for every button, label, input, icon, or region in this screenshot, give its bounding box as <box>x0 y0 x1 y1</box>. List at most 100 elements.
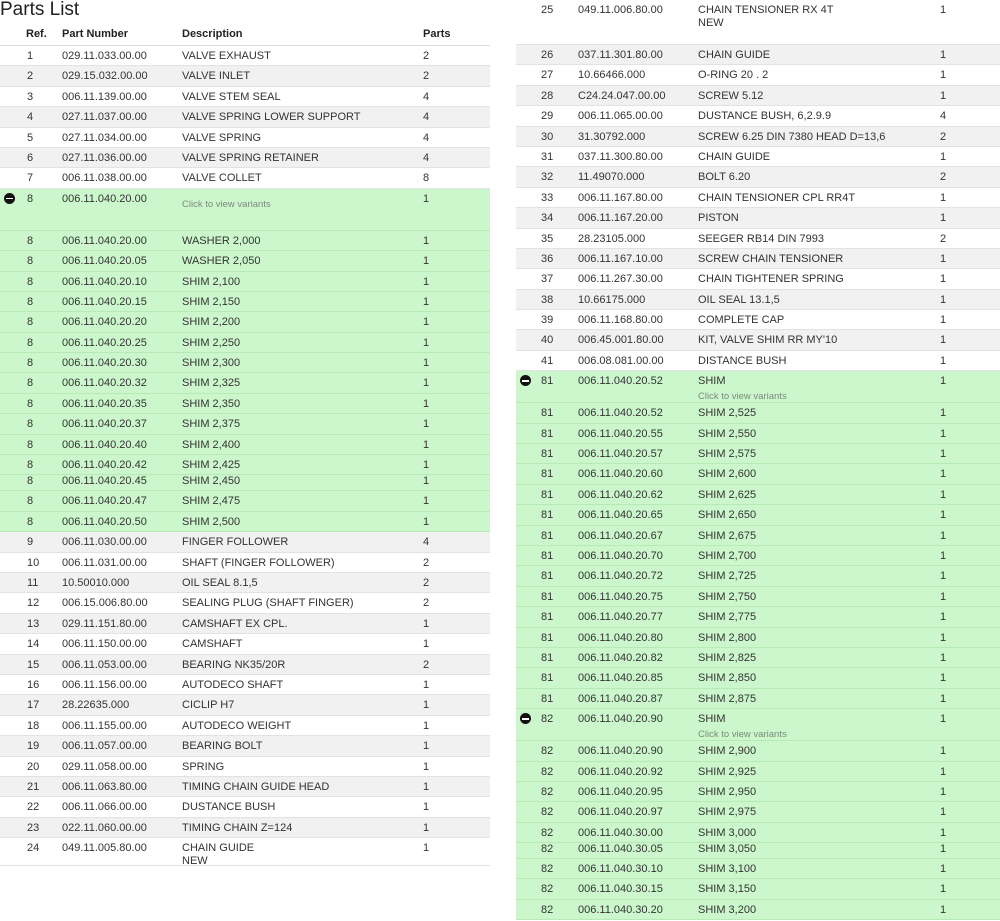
cell-parts: 1 <box>940 69 947 82</box>
table-row: 8 006.11.040.20.15 SHIM 2,150 1 <box>0 291 490 313</box>
cell-parts: 4 <box>423 90 430 103</box>
header-ref: Ref. <box>26 28 47 40</box>
cell-parts: 1 <box>940 407 947 420</box>
table-body-right: 25 049.11.006.80.00 CHAIN TENSIONER RX 4T N… <box>516 0 1000 921</box>
cell-ref: 82 <box>541 863 554 876</box>
cell-ref: 41 <box>541 354 554 367</box>
cell-parts: 2 <box>423 70 430 83</box>
view-variants-link[interactable]: Click to view variants <box>698 391 940 403</box>
cell-part-number: 006.11.040.20.20 <box>62 316 147 329</box>
description-text: SHIM 2,600 <box>698 468 757 481</box>
variant-group-row[interactable]: 81 006.11.040.20.52 SHIM Click to view vari… <box>516 371 1000 404</box>
table-row: 8 006.11.040.20.47 SHIM 2,475 1 <box>0 491 490 512</box>
cell-ref: 14 <box>27 638 40 651</box>
table-row: 8 006.11.040.20.35 SHIM 2,350 1 <box>0 393 490 415</box>
cell-description: SHIM 2,975 <box>698 806 940 819</box>
cell-parts: 1 <box>940 826 947 839</box>
cell-part-number: 006.11.066.00.00 <box>62 801 147 814</box>
description-text: SHIM 3,050 <box>698 843 757 856</box>
cell-ref: 17 <box>27 699 40 712</box>
cell-part-number: 006.08.081.00.00 <box>578 354 664 367</box>
collapse-minus-icon[interactable] <box>4 192 15 204</box>
collapse-minus-icon[interactable] <box>520 713 531 725</box>
cell-part-number: 006.11.040.20.42 <box>62 459 147 472</box>
table-row: 39 006.11.168.80.00 COMPLETE CAP 1 <box>516 310 1000 331</box>
cell-part-number: 006.11.040.20.60 <box>578 468 663 481</box>
table-row: 81 006.11.040.20.77 SHIM 2,775 1 <box>516 607 1000 628</box>
cell-part-number: 10.50010.000 <box>62 576 130 589</box>
cell-ref: 81 <box>541 375 554 388</box>
cell-part-number: 006.11.167.10.00 <box>578 252 663 265</box>
cell-parts: 1 <box>423 475 430 488</box>
description-text: O-RING 20 . 2 <box>698 69 769 82</box>
cell-ref: 21 <box>27 780 40 793</box>
cell-parts: 1 <box>423 740 430 753</box>
description-text: SHIM 2,625 <box>698 488 757 501</box>
cell-description: VALVE STEM SEAL <box>182 91 423 104</box>
cell-description: TIMING CHAIN Z=124 <box>182 822 423 835</box>
description-text: SHIM 3,200 <box>698 903 757 916</box>
cell-description: SHIM 3,000 <box>698 827 940 840</box>
cell-description: BEARING BOLT <box>182 740 423 753</box>
view-variants-link[interactable]: Click to view variants <box>698 729 940 741</box>
cell-parts: 4 <box>423 151 430 164</box>
cell-description: SCREW 5.12 <box>698 90 940 103</box>
table-row: 8 006.11.040.20.42 SHIM 2,425 1 <box>0 455 490 476</box>
cell-ref: 8 <box>27 192 34 205</box>
table-row: 15 006.11.053.00.00 BEARING NK35/20R 2 <box>0 654 490 675</box>
description-text: WASHER 2,050 <box>182 255 261 268</box>
cell-part-number: 006.11.150.00.00 <box>62 638 147 651</box>
cell-part-number: 006.11.040.20.40 <box>62 438 147 451</box>
view-variants-link[interactable]: Click to view variants <box>182 199 423 211</box>
cell-parts: 2 <box>940 232 947 245</box>
table-row: 81 006.11.040.20.75 SHIM 2,750 1 <box>516 586 1000 608</box>
table-row: 40 006.45.001.80.00 KIT, VALVE SHIM RR MY'… <box>516 330 1000 351</box>
description-text: SHIM 2,500 <box>182 515 241 528</box>
cell-ref: 8 <box>27 438 34 451</box>
cell-ref: 82 <box>541 843 554 856</box>
cell-ref: 2 <box>27 70 34 83</box>
description-text: SHIM <box>698 375 726 388</box>
description-text: SHIM 3,100 <box>698 863 757 876</box>
cell-part-number: 006.11.040.20.87 <box>578 692 663 705</box>
cell-ref: 12 <box>27 597 40 610</box>
cell-ref: 8 <box>27 377 34 390</box>
cell-ref: 37 <box>541 273 554 286</box>
cell-ref: 7 <box>27 172 34 185</box>
description-text: SPRING <box>182 760 225 773</box>
cell-part-number: 006.11.040.20.75 <box>578 590 663 603</box>
variant-group-row[interactable]: 82 006.11.040.20.90 SHIM Click to view vari… <box>516 709 1000 742</box>
cell-part-number: 006.11.139.00.00 <box>62 90 147 103</box>
cell-description: SHIM 2,550 <box>698 428 940 441</box>
variant-group-row[interactable]: 8 006.11.040.20.00 Click to view variants 1 <box>0 188 490 231</box>
cell-description: FINGER FOLLOWER <box>182 536 423 549</box>
cell-ref: 81 <box>541 468 554 481</box>
cell-ref: 31 <box>541 150 554 163</box>
cell-parts: 1 <box>940 448 947 461</box>
table-row: 13 029.11.151.80.00 CAMSHAFT EX CPL. 1 <box>0 613 490 635</box>
description-text: AUTODECO SHAFT <box>182 678 284 691</box>
cell-parts: 2 <box>423 576 430 589</box>
description-text: DISTANCE BUSH <box>698 354 787 367</box>
cell-description: SPRING <box>182 761 423 774</box>
cell-description: CHAIN TIGHTENER SPRING <box>698 273 940 286</box>
cell-part-number: 006.11.040.30.15 <box>578 883 663 896</box>
cell-part-number: 006.11.040.20.32 <box>62 377 147 390</box>
cell-ref: 25 <box>541 4 554 16</box>
cell-part-number: 28.22635.000 <box>62 699 130 712</box>
description-text: SHIM 2,925 <box>698 765 757 778</box>
cell-description: SHIM 3,200 <box>698 904 940 917</box>
cell-description: SHIM Click to view variants <box>698 375 940 403</box>
cell-ref: 81 <box>541 488 554 501</box>
cell-part-number: 006.11.040.20.77 <box>578 611 663 624</box>
cell-part-number: 006.11.167.80.00 <box>578 191 663 204</box>
table-row: 81 006.11.040.20.57 SHIM 2,575 1 <box>516 444 1000 465</box>
cell-ref: 8 <box>27 255 34 268</box>
collapse-minus-icon[interactable] <box>520 375 531 387</box>
cell-description: SHIM 2,325 <box>182 377 423 390</box>
cell-part-number: 029.15.032.00.00 <box>62 70 148 83</box>
cell-ref: 82 <box>541 883 554 896</box>
cell-part-number: 006.11.065.00.00 <box>578 110 663 123</box>
cell-ref: 81 <box>541 549 554 562</box>
cell-parts: 1 <box>423 418 430 431</box>
